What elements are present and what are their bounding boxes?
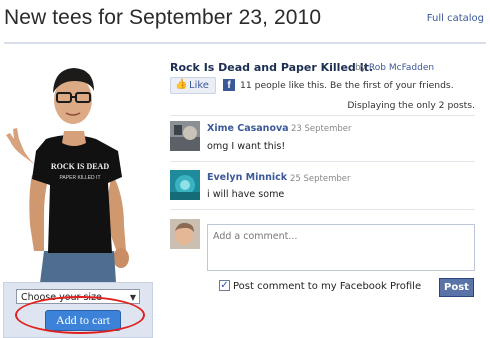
black-tshirt: [32, 135, 122, 253]
comment-divider: [170, 161, 475, 162]
add-to-cart-button[interactable]: Add to cart: [45, 310, 121, 331]
avatar[interactable]: [170, 121, 200, 151]
current-user-avatar: [170, 219, 200, 249]
title-divider: [4, 42, 486, 44]
full-catalog-link[interactable]: Full catalog: [427, 13, 484, 24]
post-comment-button[interactable]: Post: [439, 278, 474, 297]
comment-date: 23 September: [291, 124, 352, 134]
post-count-text: Displaying the only 2 posts.: [347, 100, 475, 111]
post-to-profile-label: Post comment to my Facebook Profile: [233, 281, 422, 292]
like-button-label: Like: [189, 80, 209, 91]
page-title: New tees for September 23, 2010: [4, 6, 322, 29]
size-select-value: Choose your size: [21, 292, 102, 303]
comment-text: i will have some: [207, 189, 285, 200]
comment-divider: [170, 115, 475, 116]
post-byline: by Rob McFadden: [355, 63, 434, 73]
facebook-icon: f: [223, 79, 235, 91]
comment-author-link[interactable]: Evelyn Minnick: [207, 172, 287, 183]
product-photo: ROCK IS DEAD PAPER KILLED IT: [0, 55, 162, 283]
like-button[interactable]: 👍 Like: [170, 77, 216, 94]
right-hand: [113, 248, 129, 268]
model-illustration: ROCK IS DEAD PAPER KILLED IT: [6, 68, 129, 283]
shirt-print-line1: ROCK IS DEAD: [51, 162, 109, 171]
post-author-link[interactable]: Rob McFadden: [369, 63, 434, 73]
neck: [62, 131, 86, 146]
avatar-evelyn-icon: [170, 170, 200, 200]
post-to-profile-checkbox[interactable]: ✓: [219, 280, 230, 291]
size-select[interactable]: Choose your size ▼: [16, 289, 140, 304]
comment-author-link[interactable]: Xime Casanova: [207, 123, 289, 134]
purchase-box: Choose your size ▼ Add to cart: [3, 282, 153, 338]
avatar-user-icon: [170, 219, 200, 249]
like-count-text: 11 people like this. Be the first of you…: [240, 80, 454, 91]
comment-input[interactable]: Add a comment...: [207, 224, 475, 271]
avatar-xime-icon: [170, 121, 200, 151]
comment-text: omg I want this!: [207, 141, 286, 152]
byline-prefix: by: [355, 63, 367, 73]
chevron-down-icon: ▼: [129, 293, 136, 302]
raised-hand: [6, 128, 38, 167]
comment-divider: [170, 209, 475, 210]
jeans: [40, 251, 116, 283]
left-arm: [29, 175, 48, 251]
post-title: Rock Is Dead and Paper Killed It.: [170, 61, 374, 74]
comment-date: 25 September: [290, 174, 351, 184]
shirt-print-line2: PAPER KILLED IT: [59, 175, 100, 181]
avatar[interactable]: [170, 170, 200, 200]
thumbs-up-icon: 👍: [175, 79, 188, 90]
